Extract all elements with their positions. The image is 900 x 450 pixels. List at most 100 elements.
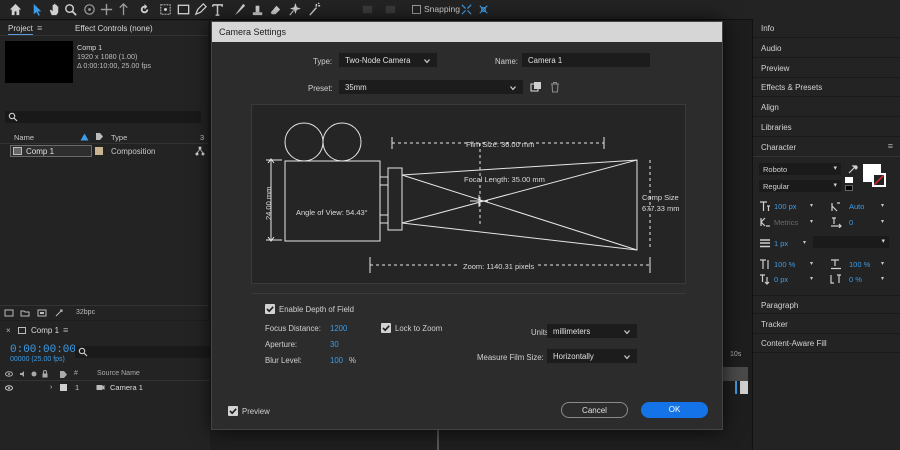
anchor-point-tool-icon[interactable] bbox=[158, 2, 173, 17]
layer-color-swatch[interactable] bbox=[60, 384, 67, 391]
hand-tool-icon[interactable] bbox=[47, 2, 62, 17]
pen-tool-icon[interactable] bbox=[193, 2, 208, 17]
stroke-width-value[interactable]: 1 px bbox=[774, 239, 788, 248]
chevron-down-icon[interactable]: ▾ bbox=[881, 275, 884, 282]
col-name[interactable]: Name bbox=[14, 133, 34, 142]
baseline-shift-value[interactable]: 0 px bbox=[774, 275, 788, 284]
flowchart-icon[interactable] bbox=[195, 146, 205, 156]
video-switch-icon[interactable] bbox=[5, 370, 13, 378]
time-indicator-line[interactable] bbox=[735, 381, 737, 394]
vertical-scale-value[interactable]: 100 % bbox=[774, 260, 795, 269]
sort-up-icon[interactable] bbox=[80, 133, 89, 141]
pan-camera-icon[interactable] bbox=[99, 2, 114, 17]
rotation-tool-icon[interactable] bbox=[137, 2, 152, 17]
timeline-layer-row[interactable]: › 1 Camera 1 bbox=[0, 381, 210, 394]
camera-name-input[interactable]: Camera 1 bbox=[522, 53, 650, 67]
zoom-tool-icon[interactable] bbox=[63, 2, 78, 17]
font-size-value[interactable]: 100 px bbox=[774, 202, 797, 211]
panel-libraries[interactable]: Libraries bbox=[753, 118, 900, 137]
enable-dof-checkbox[interactable] bbox=[265, 304, 275, 314]
tab-comp-1[interactable]: Comp 1 bbox=[31, 326, 59, 335]
eyedropper-icon[interactable] bbox=[847, 163, 859, 175]
eraser-tool-icon[interactable] bbox=[268, 2, 283, 17]
new-folder-icon[interactable] bbox=[20, 308, 30, 318]
puppet-tool-icon[interactable] bbox=[307, 2, 322, 17]
dolly-camera-icon[interactable] bbox=[116, 2, 131, 17]
work-area-end[interactable] bbox=[722, 367, 748, 381]
audio-switch-icon[interactable] bbox=[19, 370, 27, 378]
camera-type-select[interactable]: Two-Node Camera bbox=[339, 53, 437, 67]
units-select[interactable]: millimeters bbox=[547, 324, 637, 338]
type-tool-icon[interactable] bbox=[210, 2, 225, 17]
roto-brush-tool-icon[interactable] bbox=[287, 2, 302, 17]
aperture-value[interactable]: 30 bbox=[330, 340, 339, 349]
panel-effects-presets[interactable]: Effects & Presets bbox=[753, 78, 900, 97]
white-swatch-icon[interactable] bbox=[845, 177, 853, 183]
snapping-checkbox[interactable] bbox=[412, 5, 421, 14]
layer-label-icon[interactable] bbox=[59, 370, 68, 379]
chevron-down-icon[interactable]: ▾ bbox=[810, 275, 813, 282]
font-family-select[interactable]: Roboto ▾ bbox=[759, 163, 841, 175]
project-settings-icon[interactable] bbox=[54, 308, 64, 318]
expand-layer-icon[interactable]: › bbox=[50, 384, 52, 391]
preview-checkbox[interactable] bbox=[228, 406, 238, 416]
panel-paragraph[interactable]: Paragraph bbox=[753, 295, 900, 314]
chevron-down-icon[interactable]: ▾ bbox=[810, 218, 813, 225]
chevron-down-icon[interactable]: ▾ bbox=[881, 218, 884, 225]
chevron-down-icon[interactable]: ▾ bbox=[803, 239, 806, 246]
preset-select[interactable]: 35mm bbox=[339, 80, 523, 94]
ok-button[interactable]: OK bbox=[641, 402, 708, 418]
orbit-camera-icon[interactable] bbox=[82, 2, 97, 17]
lock-switch-icon[interactable] bbox=[41, 370, 49, 378]
save-preset-icon[interactable] bbox=[530, 81, 542, 93]
chevron-down-icon[interactable]: ▾ bbox=[881, 260, 884, 267]
panel-content-aware-fill[interactable]: Content-Aware Fill bbox=[753, 334, 900, 353]
blur-level-value[interactable]: 100 bbox=[330, 356, 343, 365]
leading-value[interactable]: Auto bbox=[849, 202, 864, 211]
home-icon[interactable] bbox=[8, 2, 23, 17]
horizontal-scale-value[interactable]: 100 % bbox=[849, 260, 870, 269]
label-tag-icon[interactable] bbox=[95, 132, 104, 141]
font-style-select[interactable]: Regular ▾ bbox=[759, 180, 841, 192]
layer-name[interactable]: Camera 1 bbox=[110, 383, 143, 392]
interpret-footage-icon[interactable] bbox=[4, 308, 14, 318]
clone-stamp-tool-icon[interactable] bbox=[250, 2, 265, 17]
layer-bar-end[interactable] bbox=[740, 381, 748, 394]
layer-visibility-icon[interactable] bbox=[5, 384, 13, 392]
snap-extend-icon[interactable] bbox=[476, 2, 491, 17]
brush-tool-icon[interactable] bbox=[232, 2, 247, 17]
chevron-down-icon[interactable]: ▾ bbox=[810, 260, 813, 267]
chevron-down-icon[interactable]: ▾ bbox=[881, 202, 884, 209]
timeline-search-input[interactable] bbox=[75, 346, 210, 358]
panel-character-header[interactable]: Character ≡ bbox=[753, 138, 900, 157]
panel-audio[interactable]: Audio bbox=[753, 39, 900, 58]
current-time-display[interactable]: 0:00:00:00 bbox=[10, 344, 76, 356]
close-tab-icon[interactable]: × bbox=[6, 326, 11, 335]
new-composition-icon[interactable] bbox=[37, 308, 47, 318]
col-source-name[interactable]: Source Name bbox=[97, 370, 140, 377]
panel-info[interactable]: Info bbox=[753, 19, 900, 38]
lock-to-zoom-checkbox[interactable] bbox=[381, 323, 391, 333]
tracking-value[interactable]: 0 bbox=[849, 218, 853, 227]
tab-effect-controls[interactable]: Effect Controls (none) bbox=[75, 24, 153, 33]
measure-film-size-select[interactable]: Horizontally bbox=[547, 349, 637, 363]
timeline-menu-icon[interactable]: ≡ bbox=[63, 325, 68, 335]
kerning-value[interactable]: Metrics bbox=[774, 218, 798, 227]
dialog-titlebar[interactable]: Camera Settings bbox=[212, 22, 722, 42]
tsume-value[interactable]: 0 % bbox=[849, 275, 862, 284]
stroke-type-select[interactable]: ▾ bbox=[813, 236, 889, 248]
black-swatch-icon[interactable] bbox=[845, 185, 853, 191]
align-icon-2[interactable] bbox=[383, 2, 398, 17]
panel-preview[interactable]: Preview bbox=[753, 59, 900, 78]
delete-preset-icon[interactable] bbox=[549, 81, 561, 93]
label-color-swatch[interactable] bbox=[95, 147, 103, 155]
panel-align[interactable]: Align bbox=[753, 98, 900, 117]
bpc-label[interactable]: 32bpc bbox=[76, 309, 95, 316]
chevron-down-icon[interactable]: ▾ bbox=[810, 202, 813, 209]
stroke-color-swatch[interactable] bbox=[872, 173, 886, 187]
panel-tracker[interactable]: Tracker bbox=[753, 315, 900, 334]
align-icon[interactable] bbox=[360, 2, 375, 17]
character-menu-icon[interactable]: ≡ bbox=[888, 141, 893, 151]
snap-options-icon[interactable] bbox=[459, 2, 474, 17]
cancel-button[interactable]: Cancel bbox=[561, 402, 628, 418]
